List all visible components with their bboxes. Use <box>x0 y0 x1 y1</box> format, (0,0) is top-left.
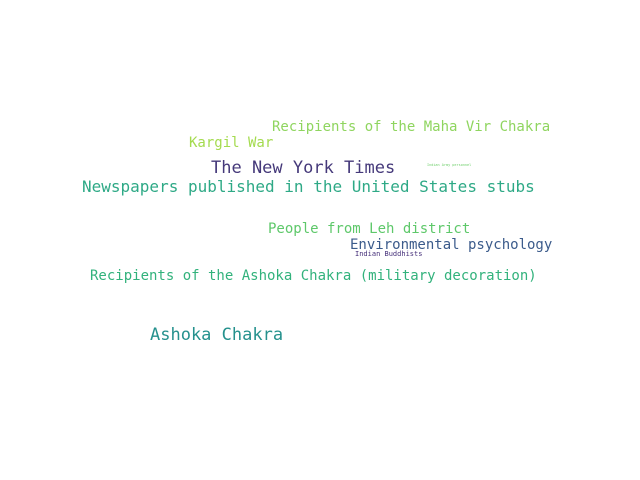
word-newspapers-us-stubs: Newspapers published in the United State… <box>82 177 535 196</box>
word-new-york-times: The New York Times <box>211 158 396 178</box>
word-ashoka-chakra-recipients: Recipients of the Ashoka Chakra (militar… <box>90 268 537 284</box>
word-people-from-leh: People from Leh district <box>268 221 471 237</box>
word-indian-army-personnel: Indian Army personnel <box>427 163 472 167</box>
word-maha-vir-chakra: Recipients of the Maha Vir Chakra <box>272 119 551 135</box>
word-indian-buddhists: Indian Buddhists <box>355 250 423 258</box>
word-kargil-war: Kargil War <box>189 135 274 151</box>
word-cloud: Recipients of the Maha Vir Chakra Kargil… <box>0 0 640 480</box>
word-ashoka-chakra: Ashoka Chakra <box>150 325 284 345</box>
